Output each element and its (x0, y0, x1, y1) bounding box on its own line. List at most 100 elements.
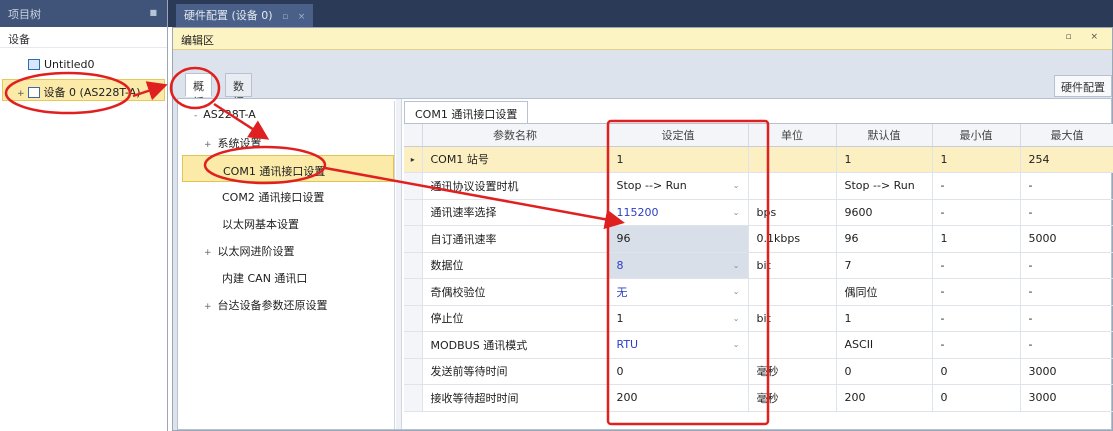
settings-item-label: 台达设备参数还原设置 (217, 299, 328, 312)
table-row[interactable]: 自订通讯速率 96 0.1kbps 96 1 5000 (404, 225, 1113, 253)
expand-icon[interactable]: + (204, 302, 212, 312)
param-max: - (1020, 278, 1113, 306)
dropdown-value: Stop --> Run (616, 179, 687, 193)
param-value[interactable]: 200 (608, 384, 749, 412)
param-max: 3000 (1020, 384, 1113, 412)
param-unit: 0.1kbps (748, 225, 837, 253)
settings-tree-root[interactable]: - AS228T-A (182, 101, 394, 128)
param-max: - (1020, 199, 1113, 226)
dropdown-value: RTU (616, 338, 639, 352)
project-icon (28, 59, 40, 70)
param-min: 1 (932, 225, 1021, 253)
row-indicator (404, 199, 423, 226)
tab-hardware-config-side[interactable]: 硬件配置 (1054, 75, 1112, 97)
column-header[interactable]: 最小值 (932, 124, 1021, 147)
settings-item-system[interactable]: + 系统设置 (182, 128, 394, 155)
row-indicator (404, 358, 423, 385)
param-name: COM1 站号 (422, 146, 609, 173)
settings-tree: - AS228T-A + 系统设置 COM1 通讯接口设置 COM2 通讯接口设置 … (182, 101, 395, 429)
param-name: 自订通讯速率 (422, 225, 609, 253)
table-row[interactable]: 接收等待超时时间 200 毫秒 200 0 3000 (404, 384, 1113, 412)
table-row[interactable]: MODBUS 通讯模式 RTU ⌄ ASCII - - (404, 331, 1113, 359)
column-header[interactable]: 单位 (748, 124, 837, 147)
settings-item-label: COM1 通讯接口设置 (223, 165, 326, 178)
param-default: 96 (836, 225, 933, 253)
tab-data-exchange[interactable]: 数据交换 (225, 73, 252, 141)
table-row[interactable]: 通讯协议设置时机 Stop --> Run ⌄ Stop --> Run - - (404, 172, 1113, 200)
tab-label: 硬件配置 (设备 0) (184, 9, 273, 22)
dropdown-value: 115200 (616, 205, 659, 219)
param-max: - (1020, 331, 1113, 359)
chevron-down-icon[interactable]: ⌄ (733, 314, 740, 323)
row-indicator (404, 252, 423, 279)
row-indicator (404, 331, 423, 359)
row-indicator (404, 172, 423, 200)
param-value-dropdown[interactable]: 8 ⌄ (608, 252, 749, 279)
param-value-dropdown[interactable]: RTU ⌄ (608, 331, 749, 359)
dropdown-value: 8 (616, 258, 624, 272)
table-row[interactable]: 发送前等待时间 0 毫秒 0 0 3000 (404, 358, 1113, 385)
row-indicator (404, 384, 423, 412)
tab-com1-settings[interactable]: COM1 通讯接口设置 (404, 101, 529, 123)
param-unit (748, 172, 837, 200)
expand-icon[interactable]: + (204, 140, 212, 150)
param-value-dropdown[interactable]: 115200 ⌄ (608, 199, 749, 226)
settings-item-label: 内建 CAN 通讯口 (222, 272, 308, 285)
close-icon[interactable]: × (298, 12, 306, 22)
expand-icon[interactable]: + (204, 248, 212, 258)
chevron-down-icon[interactable]: ⌄ (733, 261, 740, 270)
param-default: 1 (836, 146, 933, 173)
tab-hardware-config[interactable]: 硬件配置 (设备 0) ▫ × (176, 4, 314, 27)
param-value-dropdown[interactable]: Stop --> Run ⌄ (608, 172, 749, 200)
table-row[interactable]: 通讯速率选择 115200 ⌄ bps 9600 - - (404, 199, 1113, 226)
table-row[interactable]: 停止位 1 ⌄ bit 1 - - (404, 305, 1113, 332)
pin-icon[interactable]: ▫ (282, 12, 288, 22)
column-header[interactable]: 设定值 (608, 124, 749, 147)
param-value[interactable]: 96 (608, 225, 749, 253)
chevron-down-icon[interactable]: ⌄ (733, 340, 740, 349)
settings-item-can[interactable]: 内建 CAN 通讯口 (182, 263, 394, 290)
param-name: 通讯速率选择 (422, 199, 609, 226)
expand-icon[interactable]: + (17, 89, 25, 99)
tree-item-device-0[interactable]: + 设备 0 (AS228T-A) (2, 79, 165, 101)
table-row[interactable]: ▸ COM1 站号 1 1 1 254 (404, 146, 1113, 173)
settings-tree-label: AS228T-A (203, 108, 256, 121)
panel-splitter[interactable] (396, 99, 402, 429)
settings-item-com1[interactable]: COM1 通讯接口设置 (182, 155, 394, 182)
window-controls[interactable]: ▫ × (1065, 32, 1106, 42)
param-value[interactable]: 1 (608, 146, 749, 173)
table-row[interactable]: 数据位 8 ⌄ bit 7 - - (404, 252, 1113, 279)
param-min: - (932, 331, 1021, 359)
param-max: 3000 (1020, 358, 1113, 385)
settings-item-ethernet-basic[interactable]: 以太网基本设置 (182, 209, 394, 236)
param-unit: bit (748, 252, 837, 279)
tab-overview[interactable]: 概括 (185, 73, 212, 109)
param-value-dropdown[interactable]: 无 ⌄ (608, 278, 749, 306)
param-max: - (1020, 172, 1113, 200)
param-name: 奇偶校验位 (422, 278, 609, 306)
table-row[interactable]: 奇偶校验位 无 ⌄ 偶同位 - - (404, 278, 1113, 306)
param-value-dropdown[interactable]: 1 ⌄ (608, 305, 749, 332)
tree-item-untitled[interactable]: Untitled0 (0, 54, 167, 76)
param-unit: 毫秒 (748, 384, 837, 412)
param-value[interactable]: 0 (608, 358, 749, 385)
chevron-down-icon[interactable]: ⌄ (733, 287, 740, 296)
param-default: 9600 (836, 199, 933, 226)
collapse-icon[interactable]: - (194, 111, 197, 121)
param-name: 接收等待超时时间 (422, 384, 609, 412)
editor-header: 编辑区 ▫ × (173, 28, 1112, 50)
param-max: 254 (1020, 146, 1113, 173)
settings-item-restore[interactable]: + 台达设备参数还原设置 (182, 290, 394, 317)
chevron-down-icon[interactable]: ⌄ (733, 181, 740, 190)
column-header[interactable]: 参数名称 (422, 124, 609, 147)
column-header[interactable]: 默认值 (836, 124, 933, 147)
row-pointer-icon: ▸ (404, 146, 423, 173)
settings-item-com2[interactable]: COM2 通讯接口设置 (182, 182, 394, 209)
editor-area: 编辑区 ▫ × 硬件配置 概括 数据交换 -AS228T-A +系统设置 COM… (172, 27, 1113, 431)
param-default: 1 (836, 305, 933, 332)
column-header[interactable]: 最大值 (1020, 124, 1113, 147)
pin-icon[interactable]: ■ (149, 8, 157, 17)
param-default: 200 (836, 384, 933, 412)
chevron-down-icon[interactable]: ⌄ (733, 208, 740, 217)
settings-item-ethernet-advanced[interactable]: + 以太网进阶设置 (182, 236, 394, 263)
